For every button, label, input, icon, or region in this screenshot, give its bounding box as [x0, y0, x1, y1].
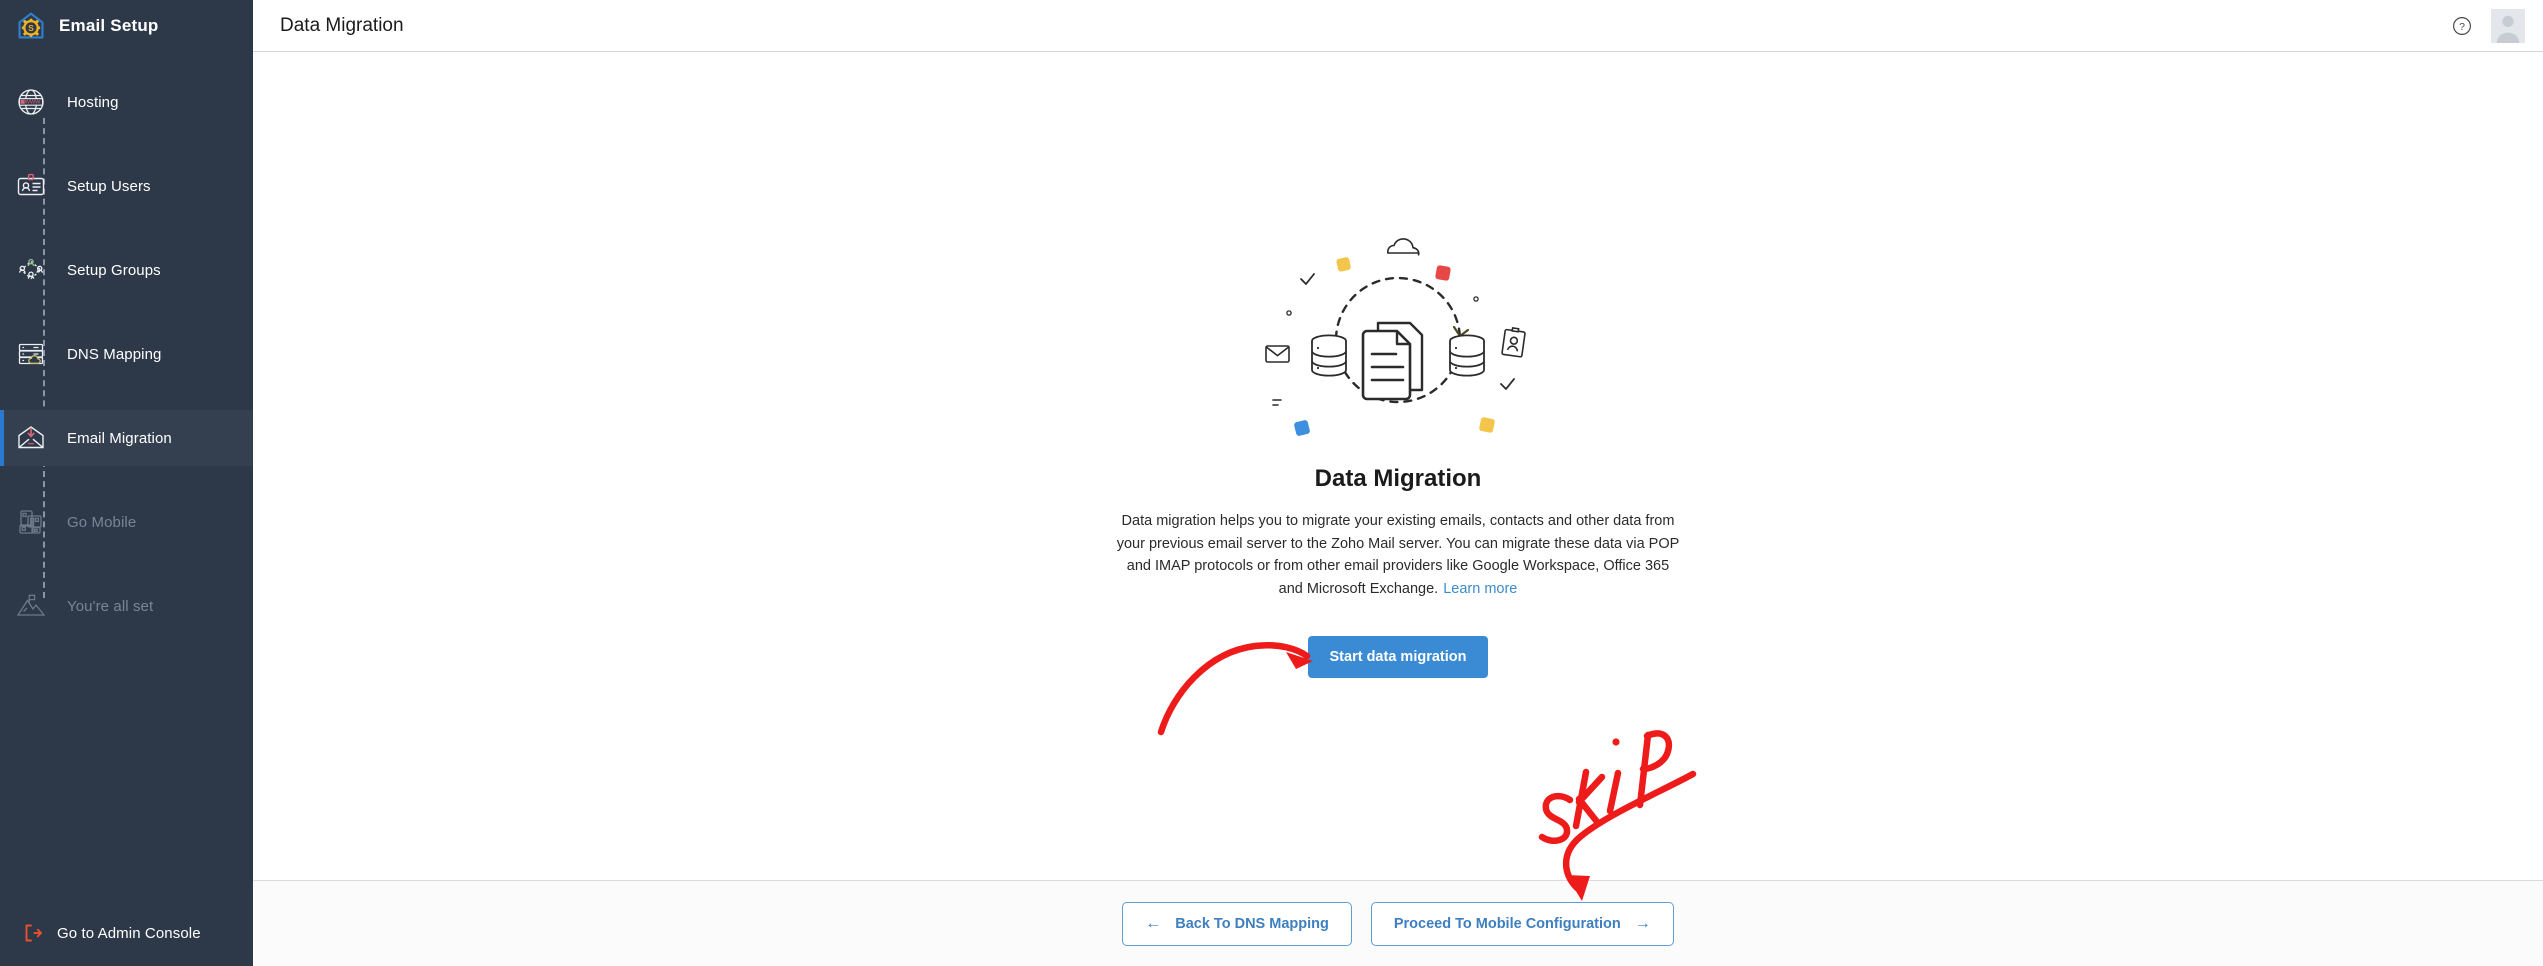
arrow-left-icon: ← [1145, 914, 1162, 932]
sidebar-item-youre-all-set[interactable]: You're all set [0, 578, 253, 634]
mountain-flag-icon [14, 589, 48, 623]
app-root: S Email Setup WWW Hosting Setup Users Se… [0, 0, 2543, 966]
globe-www-icon: WWW [14, 85, 48, 119]
proceed-to-mobile-configuration-button[interactable]: Proceed To Mobile Configuration → [1370, 901, 1674, 946]
avatar[interactable] [2491, 8, 2525, 43]
sidebar-title: Email Setup [59, 16, 159, 35]
sidebar-item-label: Email Migration [67, 429, 172, 447]
sidebar-item-dns-mapping[interactable]: DNS Mapping [0, 326, 253, 382]
arrow-right-icon: → [1634, 914, 1651, 932]
admin-console-label: Go to Admin Console [57, 924, 201, 942]
sidebar-nav: WWW Hosting Setup Users Setup Groups DNS… [0, 52, 253, 922]
proceed-button-label: Proceed To Mobile Configuration [1393, 915, 1621, 932]
server-cloud-icon [14, 337, 48, 371]
house-gear-logo-icon: S [16, 11, 46, 41]
exit-arrow-icon [22, 922, 44, 944]
svg-text:S: S [28, 23, 34, 33]
data-migration-illustration [1248, 228, 1548, 453]
sidebar-item-email-migration[interactable]: Email Migration [0, 410, 253, 466]
footer-bar: ← Back To DNS Mapping Proceed To Mobile … [253, 880, 2543, 966]
sidebar-item-label: DNS Mapping [67, 345, 162, 363]
topbar: Data Migration ? [253, 0, 2543, 52]
back-button-label: Back To DNS Mapping [1175, 915, 1329, 932]
back-to-dns-mapping-button[interactable]: ← Back To DNS Mapping [1122, 901, 1352, 946]
id-card-user-icon [14, 169, 48, 203]
user-group-icon [14, 253, 48, 287]
main-area: Data Migration ? Data Migration Data mig… [253, 0, 2543, 966]
sidebar-item-label: Hosting [67, 93, 119, 111]
content-area: Data Migration Data migration helps you … [253, 52, 2543, 880]
sidebar-item-go-mobile[interactable]: Go Mobile [0, 494, 253, 550]
sidebar-item-hosting[interactable]: WWW Hosting [0, 74, 253, 130]
svg-text:?: ? [2459, 21, 2465, 33]
svg-text:WWW: WWW [25, 100, 42, 106]
start-data-migration-button[interactable]: Start data migration [1307, 636, 1489, 678]
sidebar-item-label: Go Mobile [67, 513, 137, 531]
sidebar-header: S Email Setup [0, 0, 253, 52]
sidebar-item-label: Setup Groups [67, 261, 161, 279]
hero-description-text: Data migration helps you to migrate your… [1116, 513, 1680, 597]
hero-description: Data migration helps you to migrate your… [1113, 510, 1683, 600]
hero-title: Data Migration [1314, 465, 1482, 492]
page-title: Data Migration [280, 14, 404, 36]
sidebar-item-label: You're all set [67, 597, 154, 615]
sidebar: S Email Setup WWW Hosting Setup Users Se… [0, 0, 253, 966]
envelope-download-icon [14, 421, 48, 455]
sidebar-item-label: Setup Users [67, 177, 151, 195]
mobile-devices-icon [14, 505, 48, 539]
sidebar-item-setup-users[interactable]: Setup Users [0, 158, 253, 214]
question-circle-icon[interactable]: ? [2451, 15, 2473, 37]
sidebar-item-setup-groups[interactable]: Setup Groups [0, 242, 253, 298]
topbar-actions: ? [2451, 8, 2525, 43]
go-to-admin-console-button[interactable]: Go to Admin Console [0, 922, 253, 966]
learn-more-link[interactable]: Learn more [1443, 581, 1517, 597]
